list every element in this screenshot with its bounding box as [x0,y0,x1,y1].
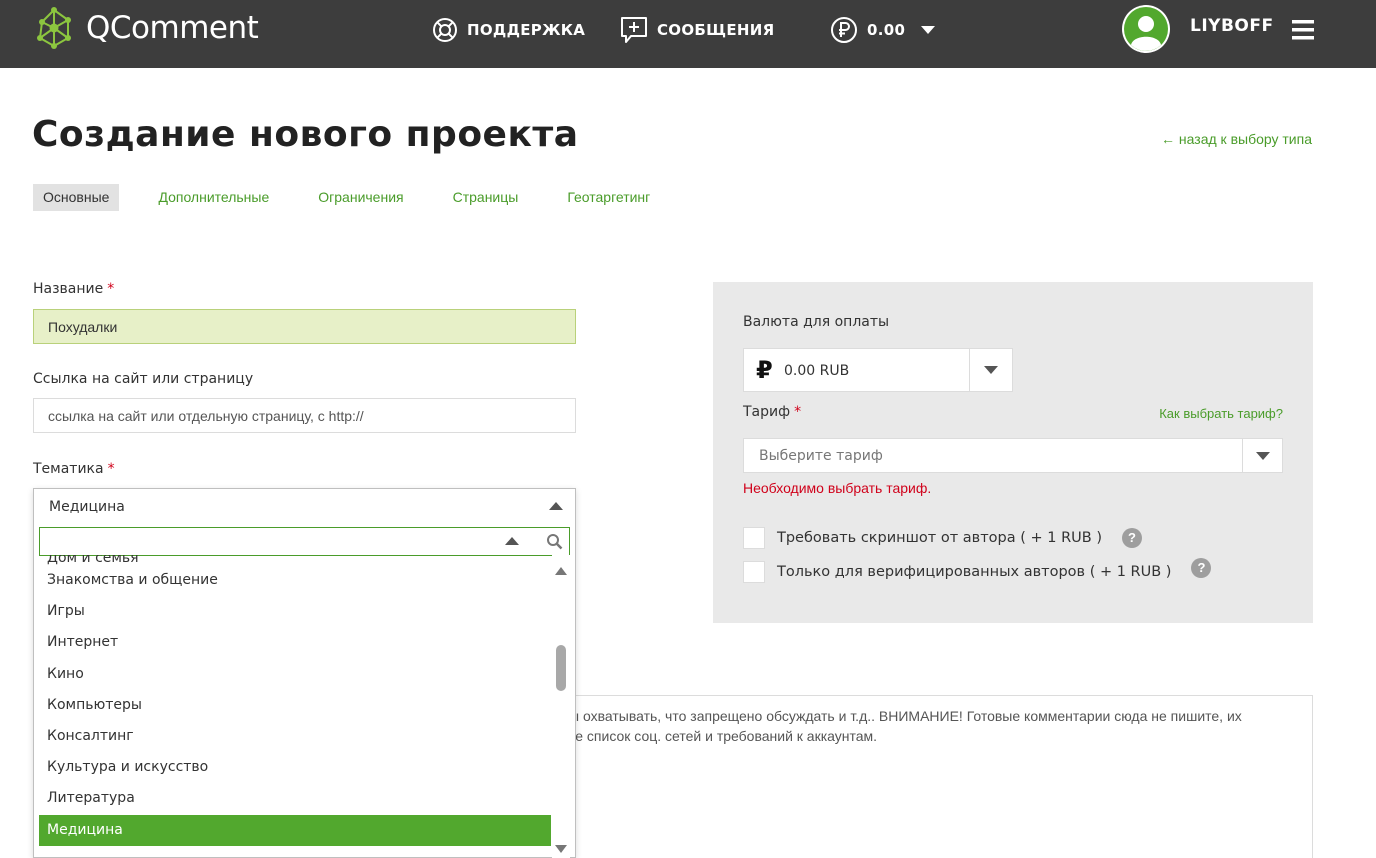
lifebuoy-icon [433,18,457,42]
nav-support-label: ПОДДЕРЖКА [467,21,586,39]
tariff-placeholder: Выберите тариф [759,448,883,464]
page-title: Создание нового проекта [32,114,579,155]
list-item[interactable]: Компьютеры [39,690,551,721]
chevron-down-icon[interactable] [1256,452,1270,460]
list-item[interactable]: Культура и искусство [39,752,551,783]
link-label: Ссылка на сайт или страницу [33,371,254,387]
hamburger-menu-icon[interactable] [1292,20,1314,40]
help-icon[interactable]: ? [1122,528,1142,548]
list-item[interactable]: Консалтинг [39,721,551,752]
nav-messages-label: СООБЩЕНИЯ [657,21,775,39]
list-item[interactable]: Литература [39,783,551,814]
chevron-up-icon[interactable] [505,537,519,545]
ruble-icon: ₽ [756,356,773,384]
topic-select-head[interactable]: Медицина [34,489,575,525]
tab-pages[interactable]: Страницы [443,184,529,211]
nav-messages-link[interactable]: СООБЩЕНИЯ [620,14,774,46]
list-item[interactable]: Игры [39,596,551,627]
tariff-label-text: Тариф [743,404,791,420]
screenshot-option-label[interactable]: Требовать скриншот от автора ( + 1 RUB ) [777,530,1102,546]
help-icon[interactable]: ? [1191,558,1212,578]
project-name-input[interactable] [33,309,576,344]
site-link-input[interactable] [33,398,576,433]
topic-search-input[interactable] [40,528,490,555]
currency-value: 0.00 RUB [784,363,850,379]
topic-options-list: Дом и семья Знакомства и общение Игры Ин… [39,555,551,858]
ruble-coin-icon [831,17,857,43]
tab-additional[interactable]: Дополнительные [148,184,279,211]
chevron-up-icon[interactable] [549,502,563,510]
verified-option-label[interactable]: Только для верифицированных авторов ( + … [777,564,1171,580]
list-item[interactable]: Знакомства и общение [39,565,551,596]
required-mark: * [107,461,115,477]
name-label-text: Название [33,281,104,297]
verified-authors-checkbox[interactable] [743,561,765,583]
tariff-label: Тариф * [743,404,801,420]
topic-search-field[interactable] [39,527,570,556]
project-tabs: Основные Дополнительные Ограничения Стра… [33,184,689,211]
tab-restrictions[interactable]: Ограничения [308,184,413,211]
screenshot-checkbox[interactable] [743,527,765,549]
balance-amount: 0.00 [867,21,906,39]
top-navigation-bar: QComment ПОДДЕРЖКА СООБЩЕНИЯ 0.00 LIYBOF… [0,0,1376,68]
verified-option-row: Только для верифицированных авторов ( + … [743,558,1212,583]
back-to-type-link[interactable]: ← назад к выбору типа [1161,131,1312,147]
list-item[interactable]: Кино [39,659,551,690]
balance-dropdown[interactable]: 0.00 [830,14,944,46]
list-item[interactable]: Дом и семья [39,555,551,565]
tab-geotargeting[interactable]: Геотаргетинг [557,184,660,211]
list-item-selected[interactable]: Медицина [39,814,551,846]
tariff-error-message: Необходимо выбрать тариф. [743,480,932,496]
chevron-down-icon [921,26,936,34]
topic-selected-value: Медицина [49,499,125,515]
user-avatar-icon [1124,7,1168,51]
scroll-up-arrow-icon[interactable] [555,567,567,575]
search-icon[interactable] [546,533,563,550]
nav-support-link[interactable]: ПОДДЕРЖКА [432,14,585,46]
payment-panel: Валюта для оплаты ₽ 0.00 RUB Тариф * Как … [713,282,1313,623]
username[interactable]: LIYBOFF [1190,16,1274,36]
chevron-down-icon[interactable] [984,366,998,374]
required-mark: * [794,404,802,420]
screenshot-option-row: Требовать скриншот от автора ( + 1 RUB )… [743,527,1142,549]
name-label: Название * [33,281,114,297]
scrollbar-thumb[interactable] [556,645,566,691]
logo[interactable]: QComment [32,6,259,50]
list-item[interactable]: Интернет [39,627,551,658]
topic-label-text: Тематика [33,461,104,477]
logo-text: QComment [86,10,259,46]
currency-select[interactable]: ₽ 0.00 RUB [743,348,1013,392]
topic-label: Тематика * [33,461,115,477]
scroll-down-arrow-icon[interactable] [555,845,567,853]
tab-main[interactable]: Основные [33,184,120,211]
options-scrollbar[interactable] [552,555,570,858]
topic-select-dropdown[interactable]: Медицина Дом и семья Знакомства и общени… [33,488,576,858]
avatar[interactable] [1122,5,1170,53]
how-to-choose-tariff-link[interactable]: Как выбрать тариф? [1159,406,1283,421]
currency-label: Валюта для оплаты [743,314,890,330]
required-mark: * [107,281,115,297]
option-label: Дом и семья [47,555,139,565]
network-logo-icon [37,7,71,49]
tariff-select[interactable]: Выберите тариф [743,438,1283,473]
message-plus-icon [621,17,647,43]
divider [969,349,970,391]
divider [1242,439,1243,472]
